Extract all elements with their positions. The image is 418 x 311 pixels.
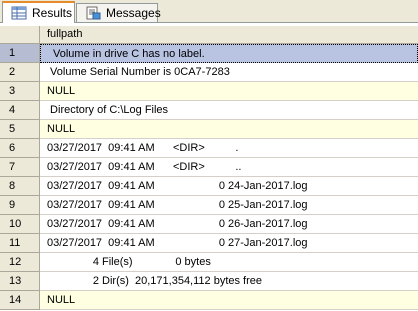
table-row[interactable]: 8 03/27/2017 09:41 AM 0 24-Jan-2017.log <box>0 177 418 196</box>
row-number[interactable]: 1 <box>0 44 40 63</box>
row-number[interactable]: 8 <box>0 177 40 196</box>
row-number[interactable]: 4 <box>0 101 40 120</box>
cell-value: Volume Serial Number is 0CA7-7283 <box>47 66 230 78</box>
cell-value: 03/27/2017 09:41 AM <DIR> .. <box>47 161 242 173</box>
table-row[interactable]: 4 Directory of C:\Log Files <box>0 101 418 120</box>
table-row[interactable]: 10 03/27/2017 09:41 AM 0 26-Jan-2017.log <box>0 215 418 234</box>
cell-value: 03/27/2017 09:41 AM 0 25-Jan-2017.log <box>47 199 308 211</box>
cell-value: 03/27/2017 09:41 AM <DIR> . <box>47 142 239 154</box>
results-tab-strip: Results Messages <box>0 0 418 23</box>
row-number[interactable]: 7 <box>0 158 40 177</box>
table-row[interactable]: 3 NULL <box>0 82 418 101</box>
fullpath-cell[interactable]: 03/27/2017 09:41 AM 0 25-Jan-2017.log <box>40 196 418 215</box>
fullpath-cell[interactable]: 2 Dir(s) 20,171,354,112 bytes free <box>40 272 418 291</box>
row-number[interactable]: 10 <box>0 215 40 234</box>
table-row[interactable]: 6 03/27/2017 09:41 AM <DIR> . <box>0 139 418 158</box>
fullpath-cell[interactable]: NULL <box>40 120 418 139</box>
row-number[interactable]: 12 <box>0 253 40 272</box>
row-number[interactable]: 13 <box>0 272 40 291</box>
table-row[interactable]: 14 NULL <box>0 291 418 310</box>
cell-value: 03/27/2017 09:41 AM 0 24-Jan-2017.log <box>47 180 308 192</box>
tab-results[interactable]: Results <box>2 1 75 23</box>
fullpath-cell[interactable]: Directory of C:\Log Files <box>40 101 418 120</box>
cell-value: Volume in drive C has no label. <box>53 48 205 60</box>
tab-results-label: Results <box>32 6 73 20</box>
fullpath-cell[interactable]: NULL <box>40 82 418 101</box>
fullpath-cell[interactable]: 03/27/2017 09:41 AM 0 26-Jan-2017.log <box>40 215 418 234</box>
cell-value: NULL <box>47 123 76 135</box>
table-row[interactable]: 5 NULL <box>0 120 418 139</box>
tab-messages[interactable]: Messages <box>76 3 161 22</box>
fullpath-cell[interactable]: Volume Serial Number is 0CA7-7283 <box>40 63 418 82</box>
grid-corner-cell[interactable] <box>0 26 40 43</box>
table-row[interactable]: 11 03/27/2017 09:41 AM 0 27-Jan-2017.log <box>0 234 418 253</box>
grid-icon <box>11 6 27 20</box>
fullpath-cell[interactable]: 03/27/2017 09:41 AM <DIR> . <box>40 139 418 158</box>
table-row[interactable]: 12 4 File(s) 0 bytes <box>0 253 418 272</box>
cell-value: 2 Dir(s) 20,171,354,112 bytes free <box>47 275 263 287</box>
column-header-fullpath[interactable]: fullpath <box>40 26 418 43</box>
row-number[interactable]: 11 <box>0 234 40 253</box>
tab-messages-label: Messages <box>106 6 161 20</box>
cell-value: 03/27/2017 09:41 AM 0 26-Jan-2017.log <box>47 218 308 230</box>
cell-value: NULL <box>47 294 76 306</box>
table-row[interactable]: 9 03/27/2017 09:41 AM 0 25-Jan-2017.log <box>0 196 418 215</box>
cell-value: Directory of C:\Log Files <box>47 104 169 116</box>
table-row[interactable]: 7 03/27/2017 09:41 AM <DIR> .. <box>0 158 418 177</box>
fullpath-cell[interactable]: 03/27/2017 09:41 AM <DIR> .. <box>40 158 418 177</box>
cell-value: 4 File(s) 0 bytes <box>47 256 211 268</box>
fullpath-cell[interactable]: Volume in drive C has no label. <box>40 44 418 63</box>
fullpath-cell[interactable]: 4 File(s) 0 bytes <box>40 253 418 272</box>
table-row[interactable]: 13 2 Dir(s) 20,171,354,112 bytes free <box>0 272 418 291</box>
cell-value: 03/27/2017 09:41 AM 0 27-Jan-2017.log <box>47 237 308 249</box>
row-number[interactable]: 6 <box>0 139 40 158</box>
grid-header: fullpath <box>0 26 418 44</box>
row-number[interactable]: 2 <box>0 63 40 82</box>
row-number[interactable]: 3 <box>0 82 40 101</box>
document-icon <box>85 6 101 20</box>
table-row[interactable]: 2 Volume Serial Number is 0CA7-7283 <box>0 63 418 82</box>
table-row[interactable]: 1 Volume in drive C has no label. <box>0 44 418 63</box>
cell-value: NULL <box>47 85 76 97</box>
row-number[interactable]: 5 <box>0 120 40 139</box>
row-number[interactable]: 9 <box>0 196 40 215</box>
fullpath-cell[interactable]: 03/27/2017 09:41 AM 0 27-Jan-2017.log <box>40 234 418 253</box>
fullpath-cell[interactable]: 03/27/2017 09:41 AM 0 24-Jan-2017.log <box>40 177 418 196</box>
row-number[interactable]: 14 <box>0 291 40 310</box>
results-grid[interactable]: fullpath 1 Volume in drive C has no label… <box>0 23 418 311</box>
fullpath-cell[interactable]: NULL <box>40 291 418 310</box>
